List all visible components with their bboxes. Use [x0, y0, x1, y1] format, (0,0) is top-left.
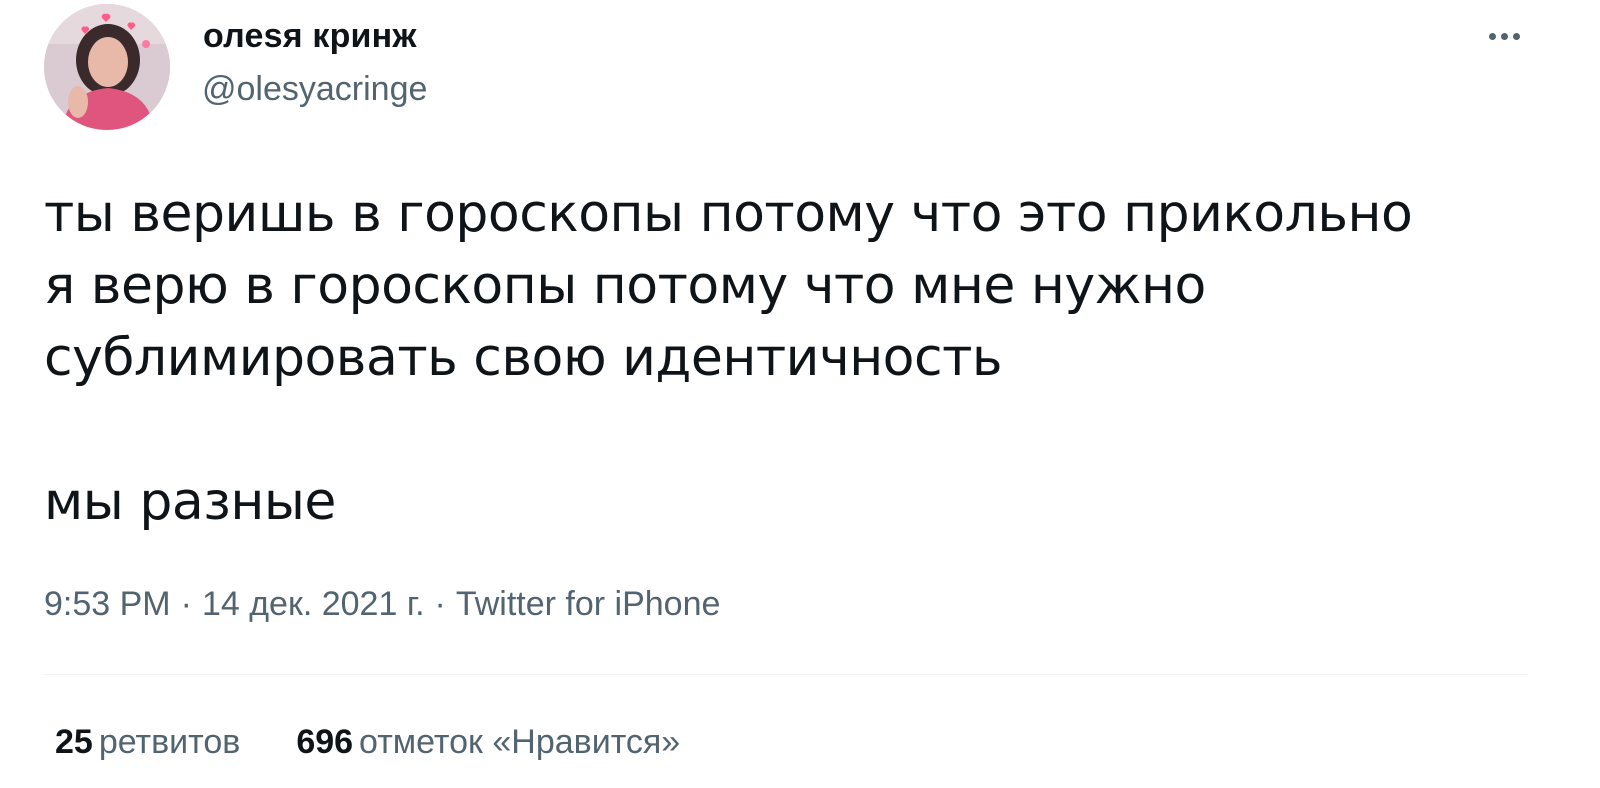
tweet-source[interactable]: Twitter for iPhone: [456, 585, 721, 623]
tweet-text-line: сублимировать свою идентичность: [44, 328, 1003, 388]
tweet-card: олеsя кринж @olesyacringe ты веришь в го…: [0, 0, 1600, 788]
tweet-date[interactable]: 14 дек. 2021 г.: [202, 585, 425, 623]
tweet-text-line: я верю в гороскопы потому что мне нужно: [44, 256, 1206, 316]
likes-stat[interactable]: 696 отметок «Нравится»: [296, 723, 680, 762]
tweet-meta: 9:53 PM · 14 дек. 2021 г. · Twitter for iPho…: [44, 585, 720, 624]
likes-count: 696: [296, 723, 354, 761]
more-options-icon[interactable]: [1480, 20, 1528, 52]
dot: [1512, 32, 1520, 40]
tweet-text-line: мы разные: [44, 472, 336, 532]
dot: [1488, 32, 1496, 40]
retweets-stat[interactable]: 25 ретвитов: [55, 723, 240, 762]
dot: [1500, 32, 1508, 40]
author-display-name[interactable]: олеsя кринж: [203, 17, 417, 56]
tweet-time[interactable]: 9:53 PM: [44, 585, 171, 623]
avatar-image: [44, 4, 170, 130]
retweets-label: ретвитов: [98, 723, 241, 761]
tweet-stats: 25 ретвитов 696 отметок «Нравится»: [55, 723, 680, 762]
author-handle[interactable]: @olesyacringe: [202, 70, 427, 109]
avatar[interactable]: [44, 4, 170, 130]
tweet-text: ты веришь в гороскопы потому что это при…: [44, 178, 1524, 538]
tweet-text-line: ты веришь в гороскопы потому что это при…: [44, 184, 1413, 244]
likes-label: отметок «Нравится»: [359, 723, 681, 761]
retweets-count: 25: [55, 723, 93, 761]
meta-separator: ·: [180, 585, 192, 623]
meta-separator: ·: [434, 585, 446, 623]
divider: [44, 674, 1528, 675]
